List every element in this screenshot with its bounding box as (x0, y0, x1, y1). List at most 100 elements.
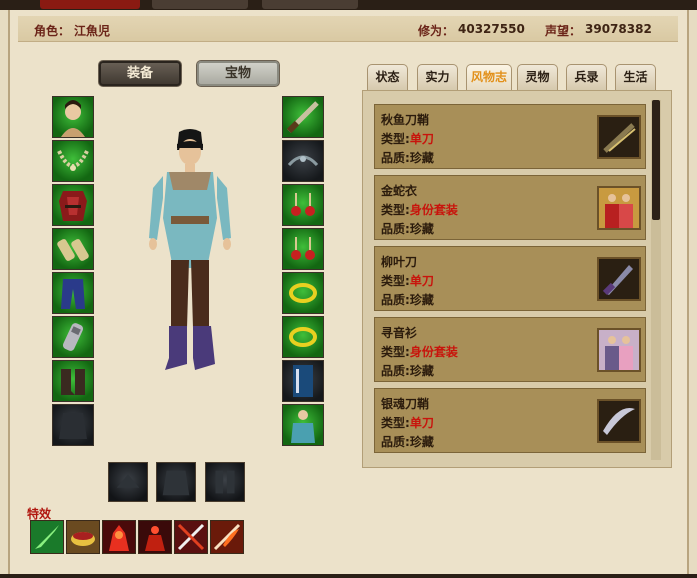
card-type: 类型:单刀 (381, 272, 434, 289)
slot-earring-2[interactable] (282, 228, 324, 270)
ring-icon (289, 327, 317, 347)
effect-slot-3[interactable] (102, 520, 136, 554)
collection-card[interactable]: 秋鱼刀鞘 类型:单刀 品质:珍藏 (374, 104, 646, 169)
slot-shoes-empty[interactable] (205, 462, 245, 502)
card-quality: 品质:珍藏 (381, 362, 434, 379)
card-type: 类型:身份套装 (381, 343, 458, 360)
card-quality-label: 品质: (381, 364, 410, 378)
willow-blade-icon (597, 257, 641, 301)
effect-slot-2[interactable] (66, 520, 100, 554)
effect-slot-5[interactable] (174, 520, 208, 554)
fire-demon-icon (109, 525, 129, 551)
necklace-icon (57, 150, 89, 171)
card-quality-value: 珍藏 (409, 364, 434, 378)
slot-manual[interactable] (282, 360, 324, 402)
cultivation-value: 40327550 (458, 22, 525, 36)
reputation-value: 39078382 (585, 22, 652, 36)
collection-card[interactable]: 金蛇衣 类型:身份套装 品质:珍藏 (374, 175, 646, 240)
chain-weapon-icon (287, 155, 319, 167)
tab-strength[interactable]: 实力 (417, 64, 458, 90)
earring-icon (291, 193, 315, 216)
card-quality: 品质:珍藏 (381, 433, 434, 450)
slot-ring-1[interactable] (282, 272, 324, 314)
hat-silhouette-icon (116, 474, 140, 488)
slot-robe-empty[interactable] (156, 462, 196, 502)
effect-slot-1[interactable] (30, 520, 64, 554)
slot-head[interactable] (52, 96, 94, 138)
slot-hidden-weapon[interactable] (282, 140, 324, 182)
equipment-button[interactable]: 装备 (98, 60, 182, 87)
top-tab-3[interactable] (262, 0, 358, 9)
card-type: 类型:单刀 (381, 130, 434, 147)
tab-life[interactable]: 生活 (615, 64, 656, 90)
card-quality-value: 珍藏 (409, 151, 434, 165)
shoes-silhouette-icon (215, 470, 235, 494)
card-type-value: 单刀 (409, 274, 434, 288)
red-warrior-icon (145, 526, 165, 551)
top-tab-1[interactable] (40, 0, 140, 9)
robe-silhouette-icon (162, 470, 190, 496)
tab-spirit[interactable]: 灵物 (517, 64, 558, 90)
collection-card[interactable]: 柳叶刀 类型:单刀 品质:珍藏 (374, 246, 646, 311)
card-type-value: 身份套装 (409, 203, 458, 217)
green-slash-icon (35, 525, 59, 549)
card-type-label: 类型: (381, 416, 410, 430)
slot-earring-1[interactable] (282, 184, 324, 226)
blade-sheath-icon (597, 115, 641, 159)
card-quality: 品质:珍藏 (381, 149, 434, 166)
collection-card[interactable]: 寻音衫 类型:身份套装 品质:珍藏 (374, 317, 646, 382)
card-name: 寻音衫 (381, 326, 418, 340)
card-quality-value: 珍藏 (409, 293, 434, 307)
card-type-value: 身份套装 (409, 345, 458, 359)
costume-pair-icon (597, 186, 641, 230)
earring-icon (291, 237, 315, 260)
card-quality: 品质:珍藏 (381, 220, 434, 237)
card-name: 银魂刀鞘 (381, 397, 430, 411)
cloak-silhouette-icon (59, 413, 87, 439)
collection-card[interactable]: 银魂刀鞘 类型:单刀 品质:珍藏 (374, 388, 646, 453)
card-type: 类型:身份套装 (381, 201, 458, 218)
armor-icon (59, 191, 87, 221)
card-quality-value: 珍藏 (409, 222, 434, 236)
bracers-icon (57, 239, 89, 261)
reputation-label: 声望： (545, 24, 582, 38)
tab-status[interactable]: 状态 (367, 64, 408, 90)
slot-hat-empty[interactable] (108, 462, 148, 502)
slot-gloves[interactable] (52, 316, 94, 358)
slot-bracers[interactable] (52, 228, 94, 270)
book-icon (293, 365, 313, 397)
scrollbar-thumb[interactable] (652, 100, 660, 220)
flaming-sword-icon (213, 523, 241, 551)
tab-weapons[interactable]: 兵录 (566, 64, 607, 90)
slot-costume[interactable] (282, 404, 324, 446)
boots-icon (61, 369, 85, 395)
effect-slot-6[interactable] (210, 520, 244, 554)
top-tab-2[interactable] (152, 0, 248, 9)
golden-bowl-icon (71, 532, 95, 546)
slot-armor[interactable] (52, 184, 94, 226)
effect-slot-4[interactable] (138, 520, 172, 554)
treasure-button[interactable]: 宝物 (196, 60, 280, 87)
slot-ring-2[interactable] (282, 316, 324, 358)
slot-weapon[interactable] (282, 96, 324, 138)
crossed-blades-icon (177, 523, 205, 551)
card-quality: 品质:珍藏 (381, 291, 434, 308)
card-type: 类型:单刀 (381, 414, 434, 431)
slot-pants[interactable] (52, 272, 94, 314)
card-type-label: 类型: (381, 345, 410, 359)
slot-cloak-empty[interactable] (52, 404, 94, 446)
role-name: 江魚児 (74, 24, 111, 38)
slot-boots[interactable] (52, 360, 94, 402)
gloves-icon (62, 323, 84, 351)
costume-pair-icon (597, 328, 641, 372)
costume-icon (291, 410, 315, 443)
character-figure-icon (149, 129, 231, 370)
card-quality-value: 珍藏 (409, 435, 434, 449)
tab-customs[interactable]: 风物志 (466, 64, 512, 90)
top-strip (0, 0, 697, 10)
card-type-value: 单刀 (409, 132, 434, 146)
role-label: 角色： (34, 24, 71, 38)
slot-necklace[interactable] (52, 140, 94, 182)
blade-icon (286, 101, 319, 134)
card-type-label: 类型: (381, 203, 410, 217)
